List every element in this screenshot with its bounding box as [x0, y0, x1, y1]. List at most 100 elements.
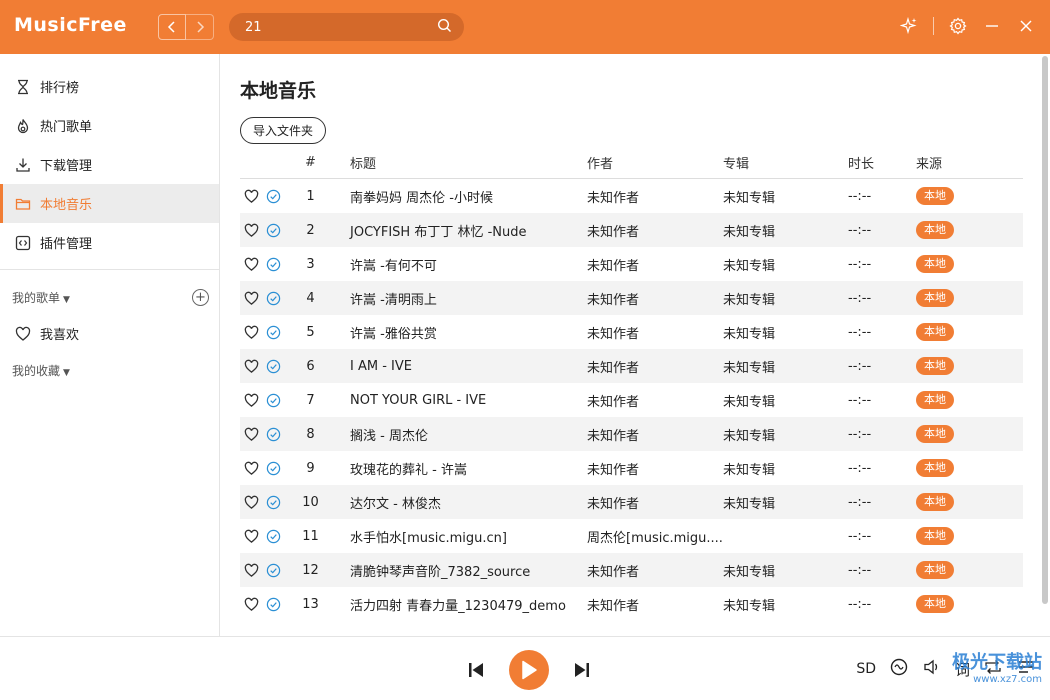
- minimize-icon[interactable]: [982, 16, 1002, 36]
- song-artist[interactable]: 未知作者: [587, 493, 723, 512]
- song-artist[interactable]: 未知作者: [587, 187, 723, 206]
- song-artist[interactable]: 未知作者: [587, 255, 723, 274]
- scrollbar[interactable]: [1042, 56, 1048, 604]
- downloaded-check-icon[interactable]: [265, 290, 281, 306]
- column-header-num[interactable]: #: [287, 155, 327, 170]
- downloaded-check-icon[interactable]: [265, 222, 281, 238]
- heart-icon[interactable]: [243, 596, 259, 612]
- source-badge[interactable]: 本地: [916, 425, 954, 443]
- downloaded-check-icon[interactable]: [265, 596, 281, 612]
- source-badge[interactable]: 本地: [916, 391, 954, 409]
- song-artist[interactable]: 未知作者: [587, 561, 723, 580]
- song-album[interactable]: 未知专辑: [723, 595, 848, 614]
- import-folder-button[interactable]: 导入文件夹: [240, 117, 327, 144]
- heart-icon[interactable]: [243, 460, 259, 476]
- column-header-artist[interactable]: 作者: [587, 153, 723, 172]
- column-header-title[interactable]: 标题: [327, 153, 587, 172]
- song-artist[interactable]: 未知作者: [587, 391, 723, 410]
- table-row[interactable]: 13 活力四射 青春力量_1230479_demo 未知作者 未知专辑 --:-- 本地: [240, 587, 1023, 621]
- source-badge[interactable]: 本地: [916, 493, 954, 511]
- song-album[interactable]: 未知专辑: [723, 357, 848, 376]
- song-album[interactable]: 未知专辑: [723, 493, 848, 512]
- play-button[interactable]: [509, 650, 549, 690]
- downloaded-check-icon[interactable]: [265, 358, 281, 374]
- source-badge[interactable]: 本地: [916, 255, 954, 273]
- heart-icon[interactable]: [243, 358, 259, 374]
- heart-icon[interactable]: [243, 494, 259, 510]
- heart-icon[interactable]: [243, 562, 259, 578]
- table-row[interactable]: 8 搁浅 - 周杰伦 未知作者 未知专辑 --:-- 本地: [240, 417, 1023, 451]
- table-row[interactable]: 2 JOCYFISH 布丁丁 林忆 -Nude 未知作者 未知专辑 --:-- 本地: [240, 213, 1023, 247]
- downloaded-check-icon[interactable]: [265, 426, 281, 442]
- song-artist[interactable]: 未知作者: [587, 459, 723, 478]
- heart-icon[interactable]: [243, 290, 259, 306]
- table-row[interactable]: 10 达尔文 - 林俊杰 未知作者 未知专辑 --:-- 本地: [240, 485, 1023, 519]
- heart-icon[interactable]: [243, 222, 259, 238]
- search-input[interactable]: [245, 19, 437, 35]
- next-track-button[interactable]: [571, 659, 593, 681]
- source-badge[interactable]: 本地: [916, 357, 954, 375]
- table-row[interactable]: 3 许嵩 -有何不可 未知作者 未知专辑 --:-- 本地: [240, 247, 1023, 281]
- song-album[interactable]: 未知专辑: [723, 323, 848, 342]
- downloaded-check-icon[interactable]: [265, 392, 281, 408]
- downloaded-check-icon[interactable]: [265, 188, 281, 204]
- my-playlists-header[interactable]: 我的歌单 ▼ +: [0, 280, 219, 314]
- table-row[interactable]: 11 水手怕水[music.migu.cn] 周杰伦[music.migu.... -…: [240, 519, 1023, 553]
- song-album[interactable]: 未知专辑: [723, 391, 848, 410]
- heart-icon[interactable]: [243, 528, 259, 544]
- song-album[interactable]: 未知专辑: [723, 425, 848, 444]
- heart-icon[interactable]: [243, 392, 259, 408]
- table-row[interactable]: 12 清脆钟琴声音阶_7382_source 未知作者 未知专辑 --:-- 本地: [240, 553, 1023, 587]
- sparkle-theme-icon[interactable]: [899, 16, 919, 36]
- heart-icon[interactable]: [243, 426, 259, 442]
- song-album[interactable]: 未知专辑: [723, 289, 848, 308]
- back-button[interactable]: [158, 14, 186, 40]
- quality-toggle[interactable]: SD: [856, 661, 876, 677]
- song-artist[interactable]: 未知作者: [587, 323, 723, 342]
- heart-icon[interactable]: [243, 324, 259, 340]
- downloaded-check-icon[interactable]: [265, 528, 281, 544]
- sidebar-item-local-music[interactable]: 本地音乐: [0, 184, 219, 223]
- song-artist[interactable]: 未知作者: [587, 357, 723, 376]
- song-album[interactable]: 未知专辑: [723, 221, 848, 240]
- song-album[interactable]: 未知专辑: [723, 561, 848, 580]
- source-badge[interactable]: 本地: [916, 323, 954, 341]
- song-artist[interactable]: 未知作者: [587, 221, 723, 240]
- my-collection-header[interactable]: 我的收藏 ▼: [0, 353, 219, 387]
- source-badge[interactable]: 本地: [916, 187, 954, 205]
- column-header-duration[interactable]: 时长: [848, 153, 916, 172]
- source-badge[interactable]: 本地: [916, 459, 954, 477]
- table-row[interactable]: 9 玫瑰花的葬礼 - 许嵩 未知作者 未知专辑 --:-- 本地: [240, 451, 1023, 485]
- heart-icon[interactable]: [243, 256, 259, 272]
- table-row[interactable]: 1 南拳妈妈 周杰伦 -小时候 未知作者 未知专辑 --:-- 本地: [240, 179, 1023, 213]
- sidebar-item-charts[interactable]: 排行榜: [0, 67, 219, 106]
- gear-icon[interactable]: [948, 16, 968, 36]
- search-icon[interactable]: [437, 18, 452, 37]
- volume-icon[interactable]: [922, 657, 942, 681]
- sidebar-item-plugins[interactable]: 插件管理: [0, 223, 219, 262]
- song-artist[interactable]: 未知作者: [587, 425, 723, 444]
- song-album[interactable]: 未知专辑: [723, 459, 848, 478]
- table-row[interactable]: 4 许嵩 -清明雨上 未知作者 未知专辑 --:-- 本地: [240, 281, 1023, 315]
- source-badge[interactable]: 本地: [916, 289, 954, 307]
- song-artist[interactable]: 未知作者: [587, 289, 723, 308]
- heart-icon[interactable]: [243, 188, 259, 204]
- song-artist[interactable]: 未知作者: [587, 595, 723, 614]
- downloaded-check-icon[interactable]: [265, 324, 281, 340]
- table-row[interactable]: 5 许嵩 -雅俗共赏 未知作者 未知专辑 --:-- 本地: [240, 315, 1023, 349]
- source-badge[interactable]: 本地: [916, 595, 954, 613]
- table-row[interactable]: 6 I AM - IVE 未知作者 未知专辑 --:-- 本地: [240, 349, 1023, 383]
- source-badge[interactable]: 本地: [916, 221, 954, 239]
- sidebar-item-downloads[interactable]: 下载管理: [0, 145, 219, 184]
- add-playlist-button[interactable]: +: [192, 288, 209, 306]
- song-artist[interactable]: 周杰伦[music.migu....: [587, 527, 723, 546]
- downloaded-check-icon[interactable]: [265, 256, 281, 272]
- song-album[interactable]: 未知专辑: [723, 255, 848, 274]
- column-header-source[interactable]: 来源: [916, 153, 1023, 172]
- close-icon[interactable]: [1016, 16, 1036, 36]
- table-row[interactable]: 7 NOT YOUR GIRL - IVE 未知作者 未知专辑 --:-- 本地: [240, 383, 1023, 417]
- song-album[interactable]: 未知专辑: [723, 187, 848, 206]
- sidebar-item-hot-playlists[interactable]: 热门歌单: [0, 106, 219, 145]
- downloaded-check-icon[interactable]: [265, 562, 281, 578]
- forward-button[interactable]: [186, 14, 214, 40]
